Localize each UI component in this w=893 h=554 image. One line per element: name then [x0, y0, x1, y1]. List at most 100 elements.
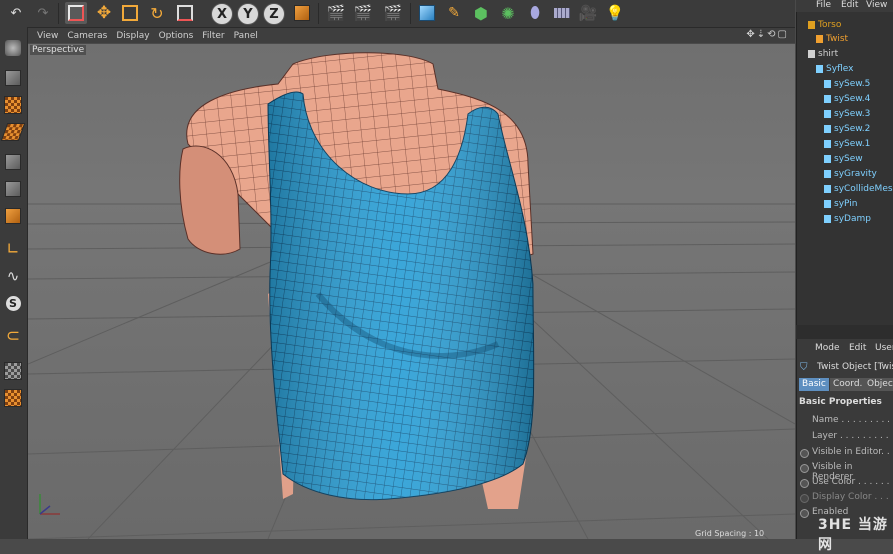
tree-item-icon — [824, 199, 831, 208]
menu-filter[interactable]: Filter — [202, 31, 224, 41]
radio-use-color[interactable] — [800, 479, 809, 488]
am-menu-user[interactable]: User — [875, 343, 893, 353]
tree-item[interactable]: Torso — [808, 20, 841, 30]
planar-workplane-icon[interactable] — [2, 387, 24, 409]
viewport-nav-icons[interactable]: ✥⇣⟲▢ — [746, 29, 789, 40]
snap-icon[interactable]: S — [2, 292, 24, 314]
tree-item-label: sySew.5 — [834, 79, 871, 89]
tree-item-label: sySew — [834, 154, 863, 164]
render-settings-icon[interactable]: 🎬 — [382, 2, 404, 24]
om-menu-edit[interactable]: Edit — [841, 0, 858, 10]
tree-item-icon — [824, 109, 831, 118]
tree-item-icon — [824, 94, 831, 103]
viewport-scene — [28, 52, 795, 539]
rotate-tool-icon[interactable]: ↻ — [146, 2, 168, 24]
lock-workplane-icon[interactable] — [2, 360, 24, 382]
tree-item-icon — [824, 214, 831, 223]
grid-spacing-label: Grid Spacing : 10 — [695, 529, 765, 538]
tree-item-label: sySew.2 — [834, 124, 871, 134]
toolbar-separator — [58, 3, 59, 24]
tree-item-icon — [824, 154, 831, 163]
tree-item-label: syPin — [834, 199, 858, 209]
tree-item[interactable]: syDamp — [824, 214, 871, 224]
live-select-icon[interactable] — [174, 2, 196, 24]
tree-item[interactable]: Twist — [816, 34, 848, 44]
am-object-title: Twist Object [Twist] — [817, 362, 893, 372]
spline-pen-icon[interactable]: ✎ — [443, 2, 465, 24]
menu-cameras[interactable]: Cameras — [67, 31, 107, 41]
floor-icon[interactable] — [551, 2, 573, 24]
menu-display[interactable]: Display — [116, 31, 149, 41]
nurbs-icon[interactable]: ⬢ — [470, 2, 492, 24]
toolbar-separator — [318, 3, 319, 24]
watermark: 3HE 当游网 — [818, 517, 888, 553]
tree-item[interactable]: syCollideMesh — [824, 184, 893, 194]
scale-tool-icon[interactable] — [119, 2, 141, 24]
tree-item-label: syGravity — [834, 169, 877, 179]
axis-mode-icon[interactable]: ∟ — [2, 237, 24, 259]
tree-item[interactable]: sySew.4 — [824, 94, 870, 104]
toolbar-separator — [410, 3, 411, 24]
tree-item[interactable]: syGravity — [824, 169, 877, 179]
object-manager-menu: File Edit View — [796, 0, 893, 12]
radio-visible-editor[interactable] — [800, 449, 809, 458]
texture-mode-icon[interactable] — [2, 94, 24, 116]
light-icon[interactable]: 💡 — [604, 2, 626, 24]
tree-item-icon — [824, 139, 831, 148]
render-picture-viewer-icon[interactable]: 🎬 — [352, 2, 374, 24]
model-mode-icon[interactable] — [2, 67, 24, 89]
render-view-icon[interactable]: 🎬 — [325, 2, 347, 24]
tree-item-icon — [824, 169, 831, 178]
z-axis-button[interactable]: Z — [263, 3, 285, 25]
attr-display-color: Display Color . . . — [812, 492, 889, 502]
make-editable-icon[interactable] — [2, 37, 24, 59]
tweak-mode-icon[interactable]: ∿ — [2, 265, 24, 287]
x-axis-button[interactable]: X — [211, 3, 233, 25]
tree-item-label: Twist — [826, 34, 849, 44]
magnet-icon[interactable]: ⊂ — [2, 325, 24, 347]
polygons-mode-icon[interactable] — [2, 205, 24, 227]
om-menu-file[interactable]: File — [816, 0, 831, 10]
edges-mode-icon[interactable] — [2, 178, 24, 200]
tree-item-label: shirt — [818, 49, 839, 59]
panel-splitter[interactable] — [796, 325, 893, 339]
move-tool-icon[interactable]: ✥ — [93, 2, 115, 24]
tree-item[interactable]: sySew.1 — [824, 139, 870, 149]
tree-item[interactable]: sySew — [824, 154, 863, 164]
cube-object-icon[interactable] — [416, 2, 438, 24]
tab-object[interactable]: Object — [864, 378, 893, 391]
menu-view[interactable]: View — [37, 31, 58, 41]
am-menu-edit[interactable]: Edit — [849, 343, 866, 353]
radio-display-color[interactable] — [800, 494, 809, 503]
tree-item-label: sySew.4 — [834, 94, 871, 104]
tab-coord[interactable]: Coord. — [830, 378, 866, 391]
tree-item[interactable]: shirt — [808, 49, 838, 59]
tab-basic[interactable]: Basic — [799, 378, 829, 391]
coordinate-system-icon[interactable] — [291, 2, 313, 24]
menu-panel[interactable]: Panel — [234, 31, 258, 41]
redo-icon[interactable]: ↷ — [32, 2, 54, 24]
tree-item[interactable]: sySew.3 — [824, 109, 870, 119]
menu-options[interactable]: Options — [159, 31, 194, 41]
camera-icon[interactable]: 🎥 — [577, 2, 599, 24]
attr-name: Name . . . . . . . . . — [812, 415, 891, 425]
am-menu-mode[interactable]: Mode — [815, 343, 840, 353]
y-axis-button[interactable]: Y — [237, 3, 259, 25]
array-icon[interactable]: ✺ — [497, 2, 519, 24]
3d-viewport[interactable] — [28, 44, 795, 539]
om-menu-view[interactable]: View — [866, 0, 887, 10]
undo-icon[interactable]: ↶ — [5, 2, 27, 24]
tree-item-label: sySew.3 — [834, 109, 871, 119]
points-mode-icon[interactable] — [2, 151, 24, 173]
tree-item[interactable]: syPin — [824, 199, 857, 209]
workplane-icon[interactable] — [0, 121, 26, 143]
deformer-icon[interactable]: ⬮ — [524, 2, 546, 24]
tree-item-icon — [816, 64, 823, 73]
select-tool-icon[interactable] — [65, 2, 87, 24]
radio-visible-renderer[interactable] — [800, 464, 809, 473]
tree-item-label: sySew.1 — [834, 139, 871, 149]
tree-item[interactable]: sySew.5 — [824, 79, 870, 89]
tree-item[interactable]: sySew.2 — [824, 124, 870, 134]
tree-item[interactable]: Syflex — [816, 64, 853, 74]
radio-enabled[interactable] — [800, 509, 809, 518]
